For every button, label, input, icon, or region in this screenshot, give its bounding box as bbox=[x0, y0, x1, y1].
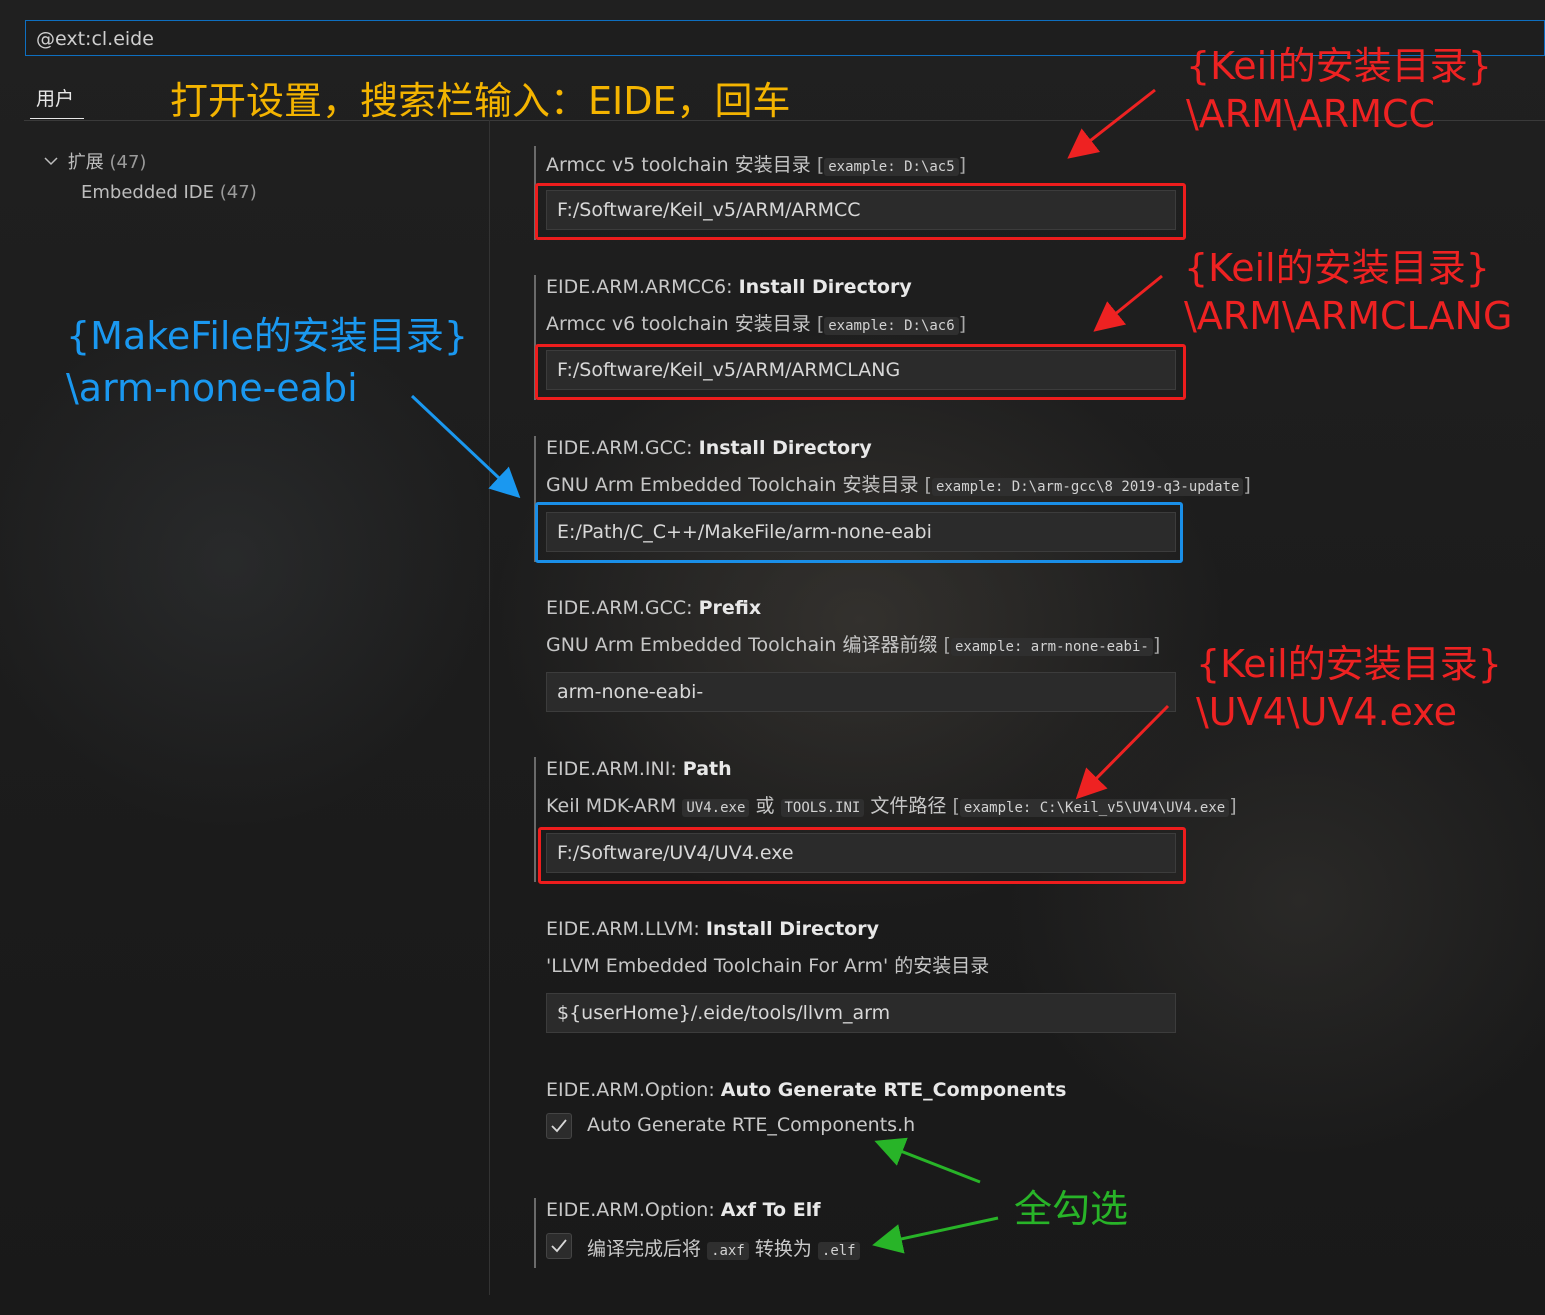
arrow-armcc bbox=[1067, 88, 1156, 159]
arrow-check-axf bbox=[872, 1216, 999, 1254]
arrow-makefile bbox=[410, 394, 521, 499]
arrow-check-rte bbox=[874, 1137, 981, 1184]
arrow-uv4 bbox=[1075, 704, 1170, 800]
annotation-arrows bbox=[410, 88, 1170, 1254]
arrow-armclang bbox=[1093, 274, 1163, 332]
